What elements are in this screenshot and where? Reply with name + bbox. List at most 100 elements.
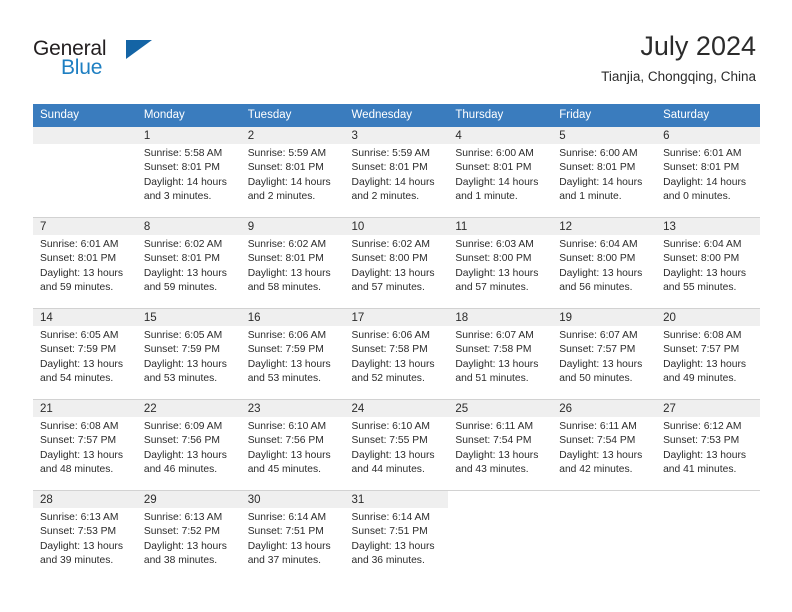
calendar-day-cell[interactable]: 9 Sunrise: 6:02 AM Sunset: 8:01 PM Daylight… [240,217,345,309]
daylight-text: Daylight: 13 hours [143,540,227,552]
sunset-text: Sunset: 8:00 PM [663,253,740,265]
daylight-text-cont: and 58 minutes. [247,282,321,294]
location-subtitle: Tianjia, Chongqing, China [601,69,756,84]
sunrise-text: Sunrise: 6:06 AM [247,330,327,341]
calendar-day-cell[interactable]: 20 Sunrise: 6:08 AM Sunset: 7:57 PM Dayligh… [656,308,760,400]
day-details: Sunrise: 6:07 AM Sunset: 7:58 PM Daylight:… [448,326,552,387]
daylight-text-cont: and 53 minutes. [143,373,218,385]
day-number: 31 [344,491,449,508]
calendar-day-cell[interactable]: 17 Sunrise: 6:06 AM Sunset: 7:58 PM Dayligh… [344,308,449,400]
daylight-text-cont: and 51 minutes. [455,373,529,385]
daylight-text: Daylight: 13 hours [143,358,227,370]
calendar-day-cell[interactable]: 3 Sunrise: 5:59 AM Sunset: 8:01 PM Daylight… [344,127,449,218]
daylight-text-cont: and 39 minutes. [40,555,114,567]
calendar-day-cell[interactable]: 14 Sunrise: 6:05 AM Sunset: 7:59 PM Dayligh… [33,308,137,400]
day-details: Sunrise: 6:14 AM Sunset: 7:51 PM Daylight:… [345,508,449,569]
calendar-day-cell[interactable]: 23 Sunrise: 6:10 AM Sunset: 7:56 PM Dayligh… [240,399,345,491]
daylight-text-cont: and 43 minutes. [455,464,529,476]
day-details: Sunrise: 6:05 AM Sunset: 7:59 PM Daylight:… [137,326,241,387]
calendar-day-cell[interactable]: 28 Sunrise: 6:13 AM Sunset: 7:53 PM Dayligh… [33,490,137,581]
calendar-day-cell[interactable]: 6 Sunrise: 6:01 AM Sunset: 8:01 PM Daylight… [656,127,760,218]
sunset-text: Sunset: 7:54 PM [559,435,636,447]
sunset-text: Sunset: 8:01 PM [143,162,220,174]
calendar-day-cell[interactable]: 8 Sunrise: 6:02 AM Sunset: 8:01 PM Daylight… [136,217,241,309]
calendar-day-cell[interactable]: 19 Sunrise: 6:07 AM Sunset: 7:57 PM Dayligh… [552,308,657,400]
day-details: Sunrise: 6:04 AM Sunset: 8:00 PM Daylight:… [552,235,656,296]
weekday-header-sunday: Sunday [33,104,137,127]
calendar-day-cell[interactable]: 18 Sunrise: 6:07 AM Sunset: 7:58 PM Dayligh… [448,308,553,400]
daylight-text: Daylight: 13 hours [663,449,747,461]
calendar-day-cell[interactable]: 31 Sunrise: 6:14 AM Sunset: 7:51 PM Dayligh… [344,490,449,581]
calendar-day-cell[interactable]: 4 Sunrise: 6:00 AM Sunset: 8:01 PM Daylight… [448,127,553,218]
day-details: Sunrise: 6:10 AM Sunset: 7:56 PM Daylight:… [241,417,345,478]
day-details: Sunrise: 6:02 AM Sunset: 8:01 PM Daylight:… [241,235,345,296]
day-details: Sunrise: 6:08 AM Sunset: 7:57 PM Daylight:… [33,417,137,478]
daylight-text-cont: and 45 minutes. [247,464,321,476]
calendar-day-cell[interactable]: 11 Sunrise: 6:03 AM Sunset: 8:00 PM Dayligh… [448,217,553,309]
calendar-day-cell[interactable]: 5 Sunrise: 6:00 AM Sunset: 8:01 PM Daylight… [552,127,657,218]
calendar-week-row: 1 Sunrise: 5:58 AM Sunset: 8:01 PM Daylight… [33,127,760,218]
calendar-day-cell[interactable]: 10 Sunrise: 6:02 AM Sunset: 8:00 PM Dayligh… [344,217,449,309]
daylight-text: Daylight: 13 hours [40,540,123,552]
sunrise-text: Sunrise: 6:04 AM [559,239,638,250]
day-details: Sunrise: 5:59 AM Sunset: 8:01 PM Daylight:… [345,144,449,205]
calendar-day-cell[interactable]: 15 Sunrise: 6:05 AM Sunset: 7:59 PM Dayligh… [136,308,241,400]
sunset-text: Sunset: 7:51 PM [351,526,428,538]
daylight-text-cont: and 38 minutes. [143,555,218,567]
daylight-text: Daylight: 13 hours [247,267,331,279]
day-details: Sunrise: 6:07 AM Sunset: 7:57 PM Daylight:… [552,326,656,387]
daylight-text: Daylight: 13 hours [143,267,227,279]
day-number: 13 [656,218,760,235]
calendar-day-cell[interactable]: 2 Sunrise: 5:59 AM Sunset: 8:01 PM Daylight… [240,127,345,218]
daylight-text-cont: and 2 minutes. [351,191,420,203]
calendar-day-cell[interactable]: 29 Sunrise: 6:13 AM Sunset: 7:52 PM Dayligh… [136,490,241,581]
calendar-day-cell[interactable]: 30 Sunrise: 6:14 AM Sunset: 7:51 PM Dayligh… [240,490,345,581]
page-header: General Blue July 2024 Tianjia, Chongqin… [0,0,792,102]
day-details: Sunrise: 6:11 AM Sunset: 7:54 PM Daylight:… [552,417,656,478]
calendar-empty-cell [33,127,137,218]
calendar-empty-cell [656,490,760,581]
calendar-day-cell[interactable]: 16 Sunrise: 6:06 AM Sunset: 7:59 PM Dayligh… [240,308,345,400]
sunset-text: Sunset: 7:59 PM [247,344,324,356]
calendar-day-cell[interactable]: 21 Sunrise: 6:08 AM Sunset: 7:57 PM Dayligh… [33,399,137,491]
sunset-text: Sunset: 7:55 PM [351,435,428,447]
daylight-text: Daylight: 14 hours [351,176,435,188]
calendar-day-cell[interactable]: 7 Sunrise: 6:01 AM Sunset: 8:01 PM Daylight… [33,217,137,309]
daylight-text-cont: and 37 minutes. [247,555,321,567]
day-number: 26 [552,400,657,417]
day-details: Sunrise: 6:13 AM Sunset: 7:52 PM Daylight:… [137,508,241,569]
calendar-day-cell[interactable]: 1 Sunrise: 5:58 AM Sunset: 8:01 PM Daylight… [136,127,241,218]
day-details: Sunrise: 5:59 AM Sunset: 8:01 PM Daylight:… [241,144,345,205]
day-details: Sunrise: 6:01 AM Sunset: 8:01 PM Daylight:… [33,235,137,296]
daylight-text-cont: and 53 minutes. [247,373,321,385]
sunrise-text: Sunrise: 6:13 AM [40,512,119,523]
sunrise-text: Sunrise: 6:03 AM [455,239,534,250]
day-details: Sunrise: 6:05 AM Sunset: 7:59 PM Daylight:… [33,326,137,387]
sunset-text: Sunset: 7:52 PM [143,526,220,538]
day-number: 30 [240,491,345,508]
calendar-day-cell[interactable]: 26 Sunrise: 6:11 AM Sunset: 7:54 PM Dayligh… [552,399,657,491]
calendar-day-cell[interactable]: 22 Sunrise: 6:09 AM Sunset: 7:56 PM Dayligh… [136,399,241,491]
sunrise-text: Sunrise: 6:08 AM [40,421,119,432]
sunset-text: Sunset: 7:59 PM [40,344,117,356]
daylight-text: Daylight: 13 hours [455,449,539,461]
calendar-day-cell[interactable]: 13 Sunrise: 6:04 AM Sunset: 8:00 PM Dayligh… [656,217,760,309]
calendar-day-cell[interactable]: 25 Sunrise: 6:11 AM Sunset: 7:54 PM Dayligh… [448,399,553,491]
daylight-text-cont: and 46 minutes. [143,464,218,476]
sunrise-text: Sunrise: 6:07 AM [455,330,534,341]
sunset-text: Sunset: 7:56 PM [247,435,324,447]
day-details [33,144,137,147]
day-details: Sunrise: 6:01 AM Sunset: 8:01 PM Daylight:… [656,144,760,205]
calendar-day-cell[interactable]: 27 Sunrise: 6:12 AM Sunset: 7:53 PM Dayligh… [656,399,760,491]
day-number: 5 [552,127,657,144]
day-number: 17 [344,309,449,326]
day-number: 20 [656,309,760,326]
sunset-text: Sunset: 8:01 PM [40,253,117,265]
day-number: 15 [136,309,241,326]
daylight-text-cont: and 59 minutes. [143,282,218,294]
calendar-day-cell[interactable]: 12 Sunrise: 6:04 AM Sunset: 8:00 PM Dayligh… [552,217,657,309]
daylight-text: Daylight: 13 hours [455,358,539,370]
day-details: Sunrise: 6:13 AM Sunset: 7:53 PM Daylight:… [33,508,137,569]
calendar-day-cell[interactable]: 24 Sunrise: 6:10 AM Sunset: 7:55 PM Dayligh… [344,399,449,491]
day-details: Sunrise: 6:09 AM Sunset: 7:56 PM Daylight:… [137,417,241,478]
